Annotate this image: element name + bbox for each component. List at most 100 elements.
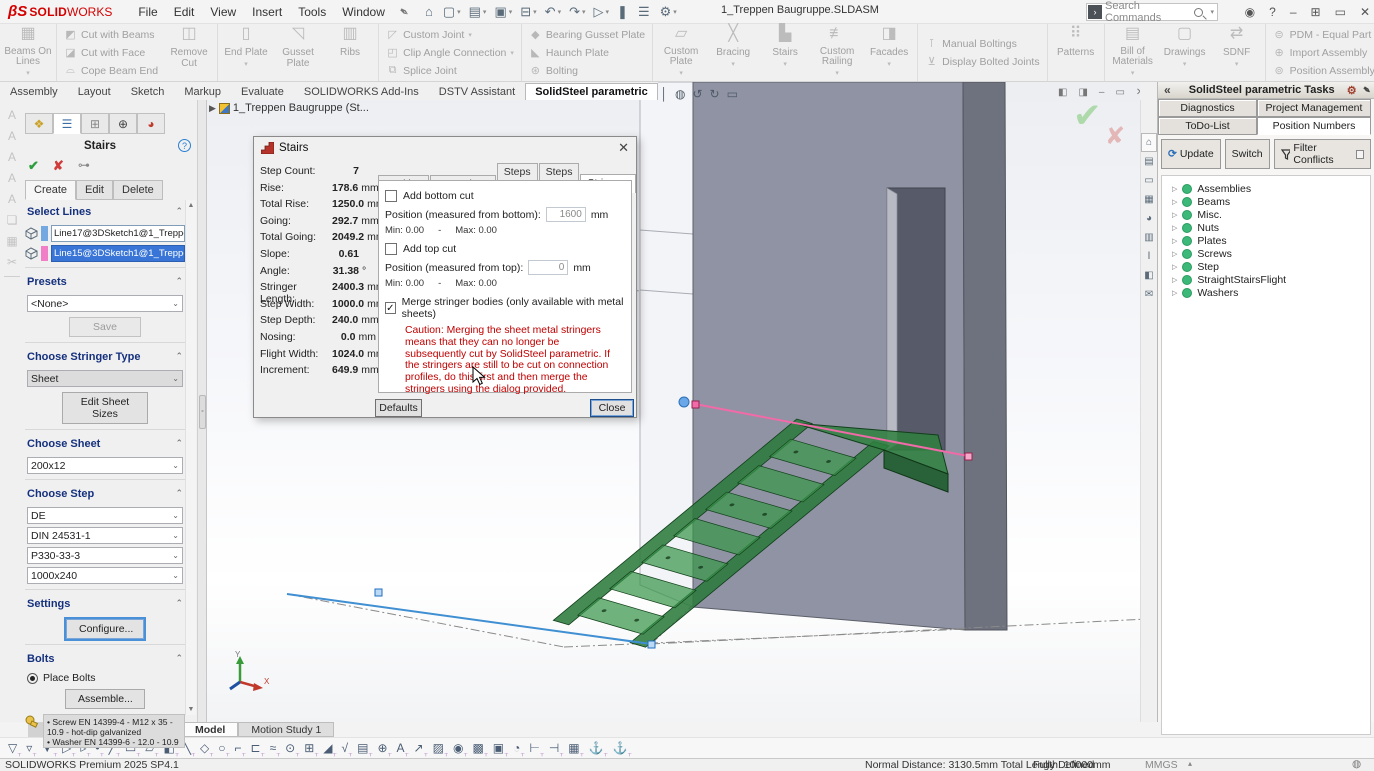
display-style-icon[interactable]: ◍ bbox=[675, 87, 685, 101]
select-icon[interactable]: ▷▾ bbox=[590, 3, 614, 21]
annotation-block-icon[interactable]: ❏ bbox=[7, 213, 18, 227]
weld-table-icon[interactable]: ▦ bbox=[6, 234, 17, 248]
menu-insert[interactable]: Insert bbox=[244, 2, 290, 22]
home-icon[interactable]: ⌂ bbox=[421, 3, 439, 20]
confirmation-cancel-icon[interactable]: ✘ bbox=[1105, 122, 1125, 151]
dialog-title-bar[interactable]: Stairs ✕ bbox=[254, 137, 636, 158]
expand-triangle-icon[interactable]: ▷ bbox=[1172, 185, 1177, 193]
merge-stringer-checkbox[interactable]: ✓ Merge stringer bodies (only available … bbox=[385, 296, 625, 320]
collapse-pane-icon[interactable]: « bbox=[1164, 83, 1171, 97]
add-top-cut-checkbox[interactable]: Add top cut bbox=[385, 243, 625, 255]
display-delete-icon[interactable]: ◉ bbox=[453, 741, 463, 755]
gusset-plate-button[interactable]: ◹Gusset Plate bbox=[273, 26, 323, 79]
filter-checkbox[interactable] bbox=[1356, 150, 1364, 159]
collapse-icon[interactable]: ⌃ bbox=[175, 351, 183, 363]
new-document-icon[interactable]: ▢▾ bbox=[439, 3, 465, 21]
tab-todo-list[interactable]: ToDo-List bbox=[1158, 117, 1257, 135]
sdnf-button[interactable]: ⇄SDNF▾ bbox=[1212, 26, 1262, 79]
circle-icon[interactable]: ⊙ bbox=[285, 741, 295, 755]
splice-joint-button[interactable]: ⧉Splice Joint bbox=[382, 62, 518, 79]
tree-item[interactable]: ▷Beams bbox=[1172, 195, 1370, 208]
update-button[interactable]: ⟳Update bbox=[1161, 139, 1221, 169]
text-label-icon[interactable]: A bbox=[397, 741, 405, 755]
assemble-button[interactable]: Assemble... bbox=[65, 689, 145, 709]
search-input[interactable]: Search Commands bbox=[1105, 0, 1194, 24]
minimize-icon[interactable]: – bbox=[1290, 5, 1297, 19]
configure-button[interactable]: Configure... bbox=[66, 619, 144, 639]
tab-create[interactable]: Create bbox=[25, 180, 76, 200]
selection-filter-icon[interactable]: ▽ bbox=[8, 741, 17, 755]
expand-triangle-icon[interactable]: ▷ bbox=[1172, 250, 1177, 258]
menu-file[interactable]: File bbox=[130, 2, 165, 22]
remove-cut-button[interactable]: ◫Remove Cut bbox=[164, 26, 214, 79]
undo-icon[interactable]: ↶▾ bbox=[541, 3, 565, 21]
patterns-button[interactable]: ⠿Patterns bbox=[1051, 26, 1101, 79]
scroll-down-icon[interactable]: ▼ bbox=[188, 706, 195, 713]
select-lines-header[interactable]: Select Lines⌃ bbox=[25, 200, 185, 222]
cope-beam-end-button[interactable]: ⌓Cope Beam End bbox=[60, 62, 162, 79]
edit-sheet-sizes-button[interactable]: Edit Sheet Sizes bbox=[62, 392, 148, 424]
checkbox-checked-icon[interactable]: ✓ bbox=[385, 302, 396, 314]
scroll-up-icon[interactable]: ▲ bbox=[188, 202, 195, 209]
anchor-icon[interactable]: ⚓ bbox=[589, 741, 604, 755]
equation-icon[interactable]: √ bbox=[342, 741, 349, 755]
smart-dimension-icon[interactable]: ↗ bbox=[414, 741, 424, 755]
bolting-button[interactable]: ⊛Bolting bbox=[525, 62, 649, 79]
open-icon[interactable]: ▤▾ bbox=[465, 3, 491, 21]
tree-item[interactable]: ▷Assemblies bbox=[1172, 182, 1370, 195]
tab-edit[interactable]: Edit bbox=[76, 180, 113, 200]
tree-item[interactable]: ▷Misc. bbox=[1172, 208, 1370, 221]
section-pie-icon[interactable]: ◔ bbox=[513, 741, 520, 755]
custom-railing-button[interactable]: ≢Custom Railing▾ bbox=[812, 26, 862, 79]
pink-endpoint-handle-left[interactable] bbox=[692, 401, 699, 408]
expand-triangle-icon[interactable]: ▷ bbox=[1172, 263, 1177, 271]
import-assembly-button[interactable]: ⊕Import Assembly bbox=[1269, 44, 1374, 61]
units-caret-icon[interactable]: ▴ bbox=[1188, 759, 1192, 768]
confirmation-accept-icon[interactable]: ✔ bbox=[1073, 96, 1102, 136]
spline-icon[interactable]: ≈ bbox=[270, 741, 277, 755]
attachment-icon[interactable]: ❚ bbox=[613, 3, 634, 21]
tab-sketch[interactable]: Sketch bbox=[121, 83, 175, 100]
clip-angle-button[interactable]: ◰Clip Angle Connection▾ bbox=[382, 44, 518, 61]
bolt-info-box[interactable]: • Screw EN 14399-4 - M12 x 35 - 10.9 - h… bbox=[43, 714, 185, 748]
tab-dstv-assistant[interactable]: DSTV Assistant bbox=[429, 83, 525, 100]
facades-button[interactable]: ◨Facades▾ bbox=[864, 26, 914, 79]
custom-properties-icon[interactable]: ▥ bbox=[1141, 228, 1157, 247]
dock-left-icon[interactable]: ◧ bbox=[1058, 87, 1067, 98]
ok-button[interactable]: ✔ bbox=[28, 158, 39, 174]
hatch-icon[interactable]: ▨ bbox=[433, 741, 444, 755]
ribs-button[interactable]: ▥Ribs bbox=[325, 26, 375, 79]
tree-item[interactable]: ▷Plates bbox=[1172, 234, 1370, 247]
tree-item[interactable]: ▷Nuts bbox=[1172, 221, 1370, 234]
design-library-icon[interactable]: ▤ bbox=[1141, 152, 1157, 171]
cancel-button[interactable]: ✘ bbox=[53, 158, 64, 174]
close-button[interactable]: Close bbox=[590, 399, 634, 417]
slot-icon[interactable]: ⌐ bbox=[235, 741, 242, 755]
save-icon[interactable]: ▣▾ bbox=[490, 3, 516, 21]
pdm-button[interactable]: ⊜PDM - Equal Part Detection bbox=[1269, 26, 1374, 43]
custom-joint-button[interactable]: ◸Custom Joint▾ bbox=[382, 26, 518, 43]
polyline-icon[interactable]: ⊏ bbox=[251, 741, 261, 755]
menu-window[interactable]: Window bbox=[334, 2, 393, 22]
checkbox-icon[interactable] bbox=[385, 243, 397, 255]
beams-on-lines-button[interactable]: ▦Beams On Lines▾ bbox=[3, 26, 53, 79]
wall-right-face[interactable] bbox=[963, 82, 1007, 630]
expand-triangle-icon[interactable]: ▷ bbox=[1172, 289, 1177, 297]
collapse-icon[interactable]: ⌃ bbox=[175, 276, 183, 288]
file-explorer-icon[interactable]: ▭ bbox=[1141, 171, 1157, 190]
dialog-close-icon[interactable]: ✕ bbox=[618, 140, 629, 156]
manual-boltings-button[interactable]: ⊺Manual Boltings bbox=[921, 35, 1043, 52]
plane-icon[interactable]: ◇ bbox=[200, 741, 209, 755]
menu-view[interactable]: View bbox=[202, 2, 244, 22]
save-button[interactable]: Save bbox=[69, 317, 141, 337]
separator[interactable]: │ bbox=[660, 87, 668, 101]
settings-gear-icon[interactable]: ⚙▾ bbox=[656, 3, 681, 21]
tree-item[interactable]: ▷Screws bbox=[1172, 247, 1370, 260]
splitter-grip[interactable]: ∘ bbox=[199, 395, 206, 429]
viewport-restore-icon[interactable]: ▭ bbox=[1115, 87, 1124, 98]
annotation-frame-icon[interactable]: A bbox=[8, 192, 16, 206]
anchor-point-icon[interactable]: ⚓ bbox=[613, 741, 628, 755]
position-bottom-input[interactable]: 1600 bbox=[546, 207, 586, 222]
tab-motion-study[interactable]: Motion Study 1 bbox=[238, 722, 334, 737]
add-bottom-cut-checkbox[interactable]: Add bottom cut bbox=[385, 190, 625, 202]
